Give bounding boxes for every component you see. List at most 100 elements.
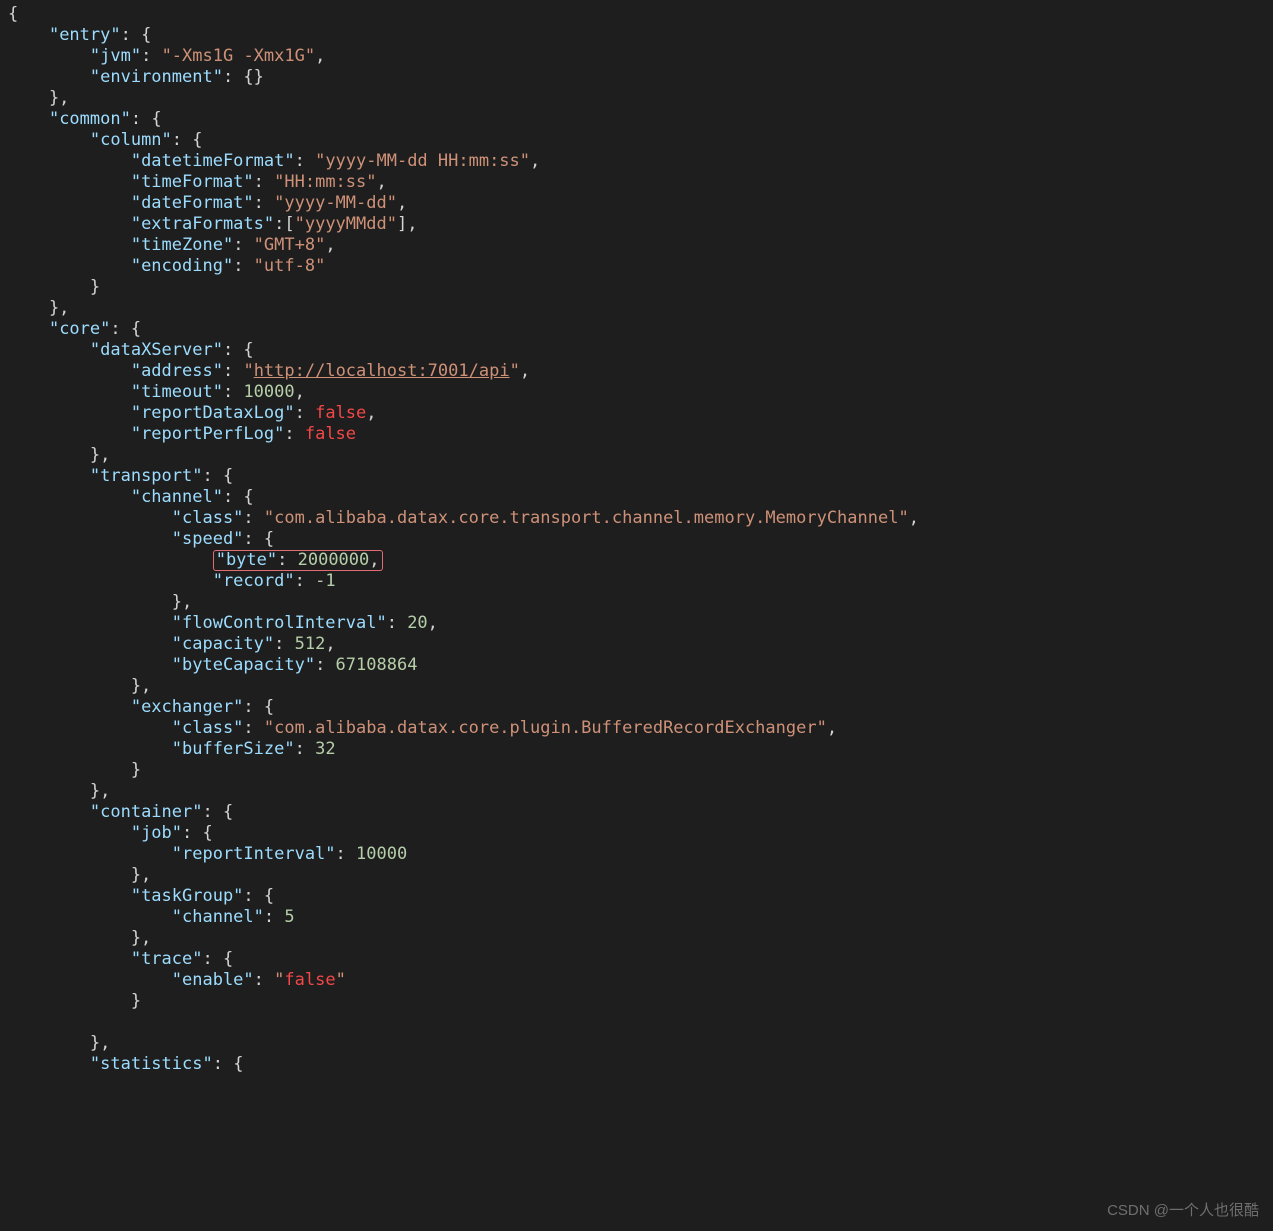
code-line: } bbox=[8, 760, 141, 780]
code-token: "statistics" bbox=[90, 1054, 213, 1074]
code-token: false bbox=[315, 403, 366, 423]
code-token bbox=[8, 886, 131, 906]
code-token: "timeout" bbox=[131, 382, 223, 402]
code-token: "timeZone" bbox=[131, 235, 233, 255]
code-token: "common" bbox=[49, 109, 131, 129]
code-line: "column": { bbox=[8, 130, 203, 150]
code-token bbox=[8, 340, 90, 360]
code-line: "taskGroup": { bbox=[8, 886, 274, 906]
code-token: "speed" bbox=[172, 529, 244, 549]
code-line: "reportDataxLog": false, bbox=[8, 403, 377, 423]
code-token: " bbox=[243, 361, 253, 381]
code-token: }, bbox=[8, 445, 110, 465]
code-token: : { bbox=[182, 823, 213, 843]
code-token bbox=[8, 193, 131, 213]
code-line: "encoding": "utf-8" bbox=[8, 256, 325, 276]
code-line: "dateFormat": "yyyy-MM-dd", bbox=[8, 193, 407, 213]
code-token: : { bbox=[243, 697, 274, 717]
code-line: "dataXServer": { bbox=[8, 340, 254, 360]
code-token: "-Xms1G -Xmx1G" bbox=[162, 46, 316, 66]
code-token: : bbox=[274, 634, 294, 654]
code-line: "timeout": 10000, bbox=[8, 382, 305, 402]
json-config-code: { "entry": { "jvm": "-Xms1G -Xmx1G", "en… bbox=[0, 0, 1273, 1115]
code-token: "timeFormat" bbox=[131, 172, 254, 192]
code-token bbox=[8, 802, 90, 822]
code-token: "reportInterval" bbox=[172, 844, 336, 864]
code-token: }, bbox=[8, 676, 151, 696]
code-token: : { bbox=[213, 1054, 244, 1074]
code-token bbox=[8, 550, 213, 570]
code-line: "entry": { bbox=[8, 25, 151, 45]
code-token: "reportPerfLog" bbox=[131, 424, 285, 444]
code-token bbox=[8, 823, 131, 843]
code-token: : { bbox=[223, 340, 254, 360]
code-token: "jvm" bbox=[90, 46, 141, 66]
code-token: "job" bbox=[131, 823, 182, 843]
code-token: "container" bbox=[90, 802, 203, 822]
code-line: }, bbox=[8, 298, 69, 318]
code-token: , bbox=[520, 361, 530, 381]
code-token: "record" bbox=[213, 571, 295, 591]
code-token: 512 bbox=[295, 634, 326, 654]
code-line: "trace": { bbox=[8, 949, 233, 969]
code-token: : bbox=[254, 970, 274, 990]
code-token: "address" bbox=[131, 361, 223, 381]
code-line: "exchanger": { bbox=[8, 697, 274, 717]
code-line: "reportPerfLog": false bbox=[8, 424, 356, 444]
code-token: "dateFormat" bbox=[131, 193, 254, 213]
code-token bbox=[8, 151, 131, 171]
code-token bbox=[8, 907, 172, 927]
code-token bbox=[8, 844, 172, 864]
code-token: " bbox=[336, 970, 346, 990]
code-line: "bufferSize": 32 bbox=[8, 739, 336, 759]
code-token bbox=[8, 25, 49, 45]
code-token: false bbox=[284, 970, 335, 990]
code-token: "core" bbox=[49, 319, 110, 339]
code-token: "extraFormats" bbox=[131, 214, 274, 234]
code-token: " bbox=[510, 361, 520, 381]
code-token: "column" bbox=[90, 130, 172, 150]
code-line: "transport": { bbox=[8, 466, 233, 486]
code-token: "HH:mm:ss" bbox=[274, 172, 376, 192]
code-token: 67108864 bbox=[336, 655, 418, 675]
code-token: { bbox=[8, 4, 18, 24]
code-token bbox=[8, 970, 172, 990]
code-token bbox=[8, 361, 131, 381]
code-token: : bbox=[315, 655, 335, 675]
code-line: "byte": 2000000, bbox=[8, 550, 383, 570]
code-token: : { bbox=[121, 25, 152, 45]
code-token: "yyyyMMdd" bbox=[295, 214, 397, 234]
code-line: "extraFormats":["yyyyMMdd"], bbox=[8, 214, 417, 234]
code-token: , bbox=[530, 151, 540, 171]
code-token: : bbox=[223, 361, 243, 381]
code-line: }, bbox=[8, 928, 151, 948]
code-token: : bbox=[264, 907, 284, 927]
code-token: } bbox=[8, 760, 141, 780]
code-line: }, bbox=[8, 676, 151, 696]
code-token: : bbox=[141, 46, 161, 66]
code-token: : bbox=[295, 403, 315, 423]
code-token bbox=[8, 571, 213, 591]
code-token: : bbox=[243, 718, 263, 738]
code-token: }, bbox=[8, 592, 192, 612]
code-token: }, bbox=[8, 928, 151, 948]
code-line: }, bbox=[8, 445, 110, 465]
code-line: "byteCapacity": 67108864 bbox=[8, 655, 417, 675]
code-token bbox=[8, 256, 131, 276]
code-token bbox=[8, 109, 49, 129]
code-token bbox=[8, 655, 172, 675]
code-line: "class": "com.alibaba.datax.core.transpo… bbox=[8, 508, 919, 528]
code-token: ], bbox=[397, 214, 417, 234]
code-token: "com.alibaba.datax.core.plugin.BufferedR… bbox=[264, 718, 827, 738]
code-token: 20 bbox=[407, 613, 427, 633]
code-token bbox=[8, 214, 131, 234]
code-token bbox=[8, 382, 131, 402]
code-line: }, bbox=[8, 1033, 110, 1053]
code-line: "datetimeFormat": "yyyy-MM-dd HH:mm:ss", bbox=[8, 151, 540, 171]
code-token: , bbox=[325, 235, 335, 255]
code-token: "bufferSize" bbox=[172, 739, 295, 759]
code-line: "environment": {} bbox=[8, 67, 264, 87]
code-token: : { bbox=[202, 949, 233, 969]
code-token: : bbox=[295, 151, 315, 171]
code-line: "timeFormat": "HH:mm:ss", bbox=[8, 172, 387, 192]
